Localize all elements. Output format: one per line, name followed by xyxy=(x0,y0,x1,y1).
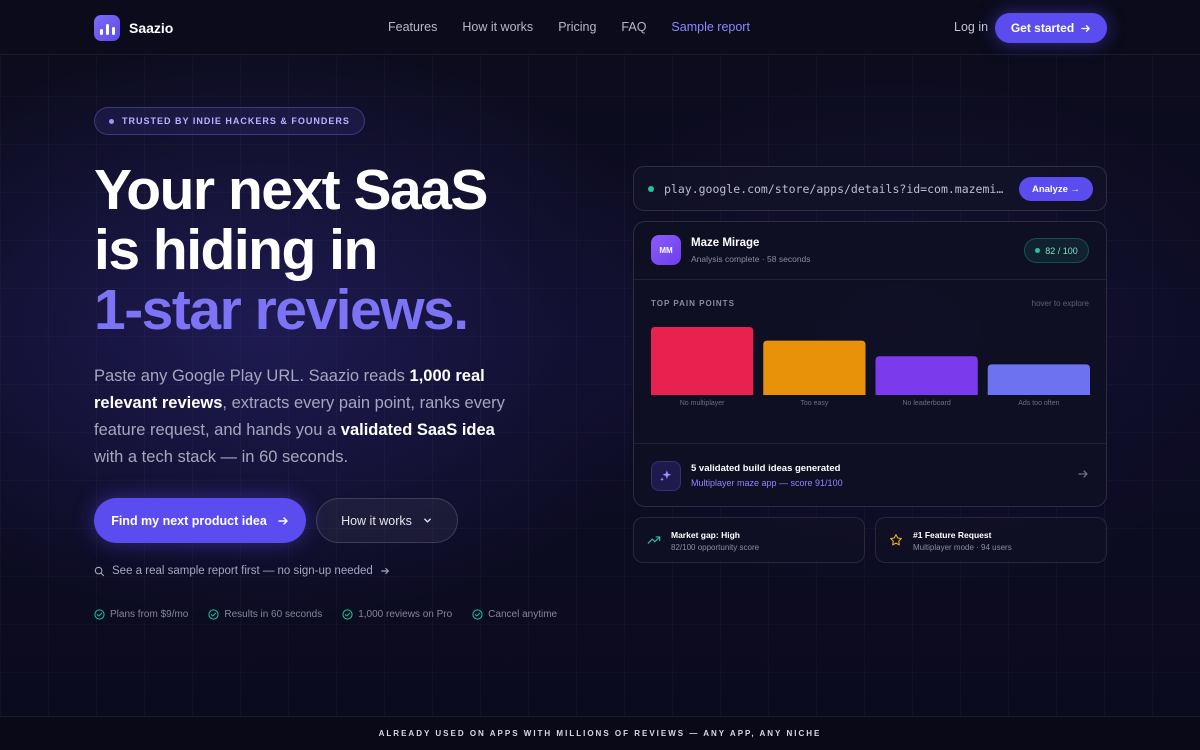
login-link[interactable]: Log in xyxy=(954,20,988,34)
check-circle-icon xyxy=(208,609,219,620)
hero-description: Paste any Google Play URL. Saazio reads … xyxy=(94,363,514,471)
check-label: Results in 60 seconds xyxy=(224,609,323,620)
trend-up-icon xyxy=(647,536,661,544)
pain-bar-too-easy[interactable] xyxy=(763,340,866,395)
arrow-right-icon xyxy=(278,516,288,525)
nav-link-sample-report[interactable]: Sample report xyxy=(671,20,750,34)
feature-request-title: #1 Feature Request xyxy=(913,530,992,540)
search-icon xyxy=(94,566,105,576)
lead-text-3: with a tech stack — in 60 seconds. xyxy=(94,448,349,466)
top-nav: Saazio Features How it works Pricing FAQ… xyxy=(0,0,1200,55)
sample-report-link[interactable]: See a real sample report first — no sign… xyxy=(94,565,390,577)
pain-points-svg: No multiplayer Too easy No leaderboard Ads … xyxy=(651,327,1090,407)
nav-links: Features How it works Pricing FAQ Sample… xyxy=(388,20,750,34)
find-idea-label: Find my next product idea xyxy=(111,513,267,528)
nav-link-how-it-works[interactable]: How it works xyxy=(462,20,533,34)
check-item: Cancel anytime xyxy=(472,609,557,620)
how-it-works-label: How it works xyxy=(341,513,412,528)
chevron-down-icon xyxy=(424,518,431,523)
sparkle-icon-box xyxy=(651,461,681,491)
check-item: Results in 60 seconds xyxy=(208,609,322,620)
lead-text-1: Paste any Google Play URL. Saazio reads xyxy=(94,367,410,385)
analysis-card: MM Maze Mirage Analysis complete · 58 se… xyxy=(633,221,1107,507)
ideas-subtitle: Multiplayer maze app — score 91/100 xyxy=(691,478,843,488)
check-label: Plans from $9/mo xyxy=(110,609,189,620)
get-started-button[interactable]: Get started xyxy=(995,13,1107,43)
pain-bar-label: Ads too often xyxy=(1018,400,1059,407)
arrow-right-icon xyxy=(380,567,389,575)
nav-link-pricing[interactable]: Pricing xyxy=(558,20,596,34)
ideas-title: 5 validated build ideas generated xyxy=(691,463,841,474)
market-gap-subtitle: 82/100 opportunity score xyxy=(671,543,760,552)
market-gap-title: Market gap: High xyxy=(671,530,740,540)
pain-bar-label: Too easy xyxy=(800,400,829,407)
feature-checks: Plans from $9/mo Results in 60 seconds 1… xyxy=(94,609,557,620)
sample-link-text: See a real sample report first — no sign… xyxy=(112,565,373,577)
pain-bar-label: No multiplayer xyxy=(680,400,725,407)
pain-bar-no-leaderboard[interactable] xyxy=(875,356,978,395)
star-icon xyxy=(890,534,902,546)
nav-link-features[interactable]: Features xyxy=(388,20,437,34)
app-name: Maze Mirage xyxy=(691,237,760,249)
arrow-right-icon xyxy=(1081,24,1090,32)
url-input[interactable]: play.google.com/store/apps/details?id=co… xyxy=(664,182,1009,196)
pain-points-chart: No multiplayer Too easy No leaderboard Ads … xyxy=(651,327,1090,407)
headline-line-2: is hiding in xyxy=(94,218,378,282)
sparkle-icon xyxy=(660,470,672,482)
social-proof-strip: ALREADY USED ON APPS WITH MILLIONS OF RE… xyxy=(0,716,1200,750)
check-label: 1,000 reviews on Pro xyxy=(358,609,453,620)
get-started-label: Get started xyxy=(1010,21,1075,35)
score-dot-icon xyxy=(1035,248,1041,253)
analyze-button[interactable]: Analyze → xyxy=(1019,177,1093,201)
pain-bar-no-multiplayer[interactable] xyxy=(651,327,754,395)
feature-request-subtitle: Multiplayer mode · 94 users xyxy=(913,543,1012,552)
brand-name: Saazio xyxy=(129,20,174,36)
badge-text: TRUSTED BY INDIE HACKERS & FOUNDERS xyxy=(122,116,350,126)
badge-dot-icon xyxy=(109,118,114,124)
arrow-right-icon[interactable] xyxy=(1077,468,1089,480)
check-label: Cancel anytime xyxy=(488,609,558,620)
trust-badge: TRUSTED BY INDIE HACKERS & FOUNDERS xyxy=(94,107,365,135)
card-header: MM Maze Mirage Analysis complete · 58 se… xyxy=(634,222,1106,280)
lead-bold-2: validated SaaS idea xyxy=(340,421,495,439)
status-dot-icon xyxy=(648,185,654,192)
headline-line-1: Your next SaaS xyxy=(94,158,488,222)
score-value: 82 / 100 xyxy=(1045,245,1078,256)
url-input-bar[interactable]: play.google.com/store/apps/details?id=co… xyxy=(633,166,1107,211)
find-idea-button[interactable]: Find my next product idea xyxy=(94,498,306,543)
score-badge: 82 / 100 xyxy=(1024,238,1089,263)
how-it-works-button[interactable]: How it works xyxy=(316,498,458,543)
check-circle-icon xyxy=(472,609,483,620)
pain-bar-ads-too-often[interactable] xyxy=(987,364,1090,395)
landing-page: Saazio Features How it works Pricing FAQ… xyxy=(0,0,1200,750)
pain-points-title: TOP PAIN POINTS xyxy=(651,299,735,308)
market-gap-card: Market gap: High 82/100 opportunity scor… xyxy=(633,517,865,563)
analysis-status: Analysis complete · 58 seconds xyxy=(691,254,811,264)
nav-link-faq[interactable]: FAQ xyxy=(621,20,646,34)
headline-line-3: 1-star reviews. xyxy=(94,278,469,342)
logo-bars-icon xyxy=(94,15,120,41)
check-circle-icon xyxy=(342,609,353,620)
pain-points-hint: hover to explore xyxy=(1031,299,1089,308)
brand-logo[interactable]: Saazio xyxy=(94,15,173,41)
app-icon: MM xyxy=(651,235,681,265)
check-circle-icon xyxy=(94,609,105,620)
feature-request-card: #1 Feature Request Multiplayer mode · 94… xyxy=(875,517,1107,563)
ideas-row[interactable]: 5 validated build ideas generated Multip… xyxy=(634,443,1106,506)
check-item: Plans from $9/mo xyxy=(94,609,188,620)
pain-bar-label: No leaderboard xyxy=(902,400,950,407)
hero-headline: Your next SaaS is hiding in 1-star revie… xyxy=(94,158,488,342)
check-item: 1,000 reviews on Pro xyxy=(342,609,452,620)
